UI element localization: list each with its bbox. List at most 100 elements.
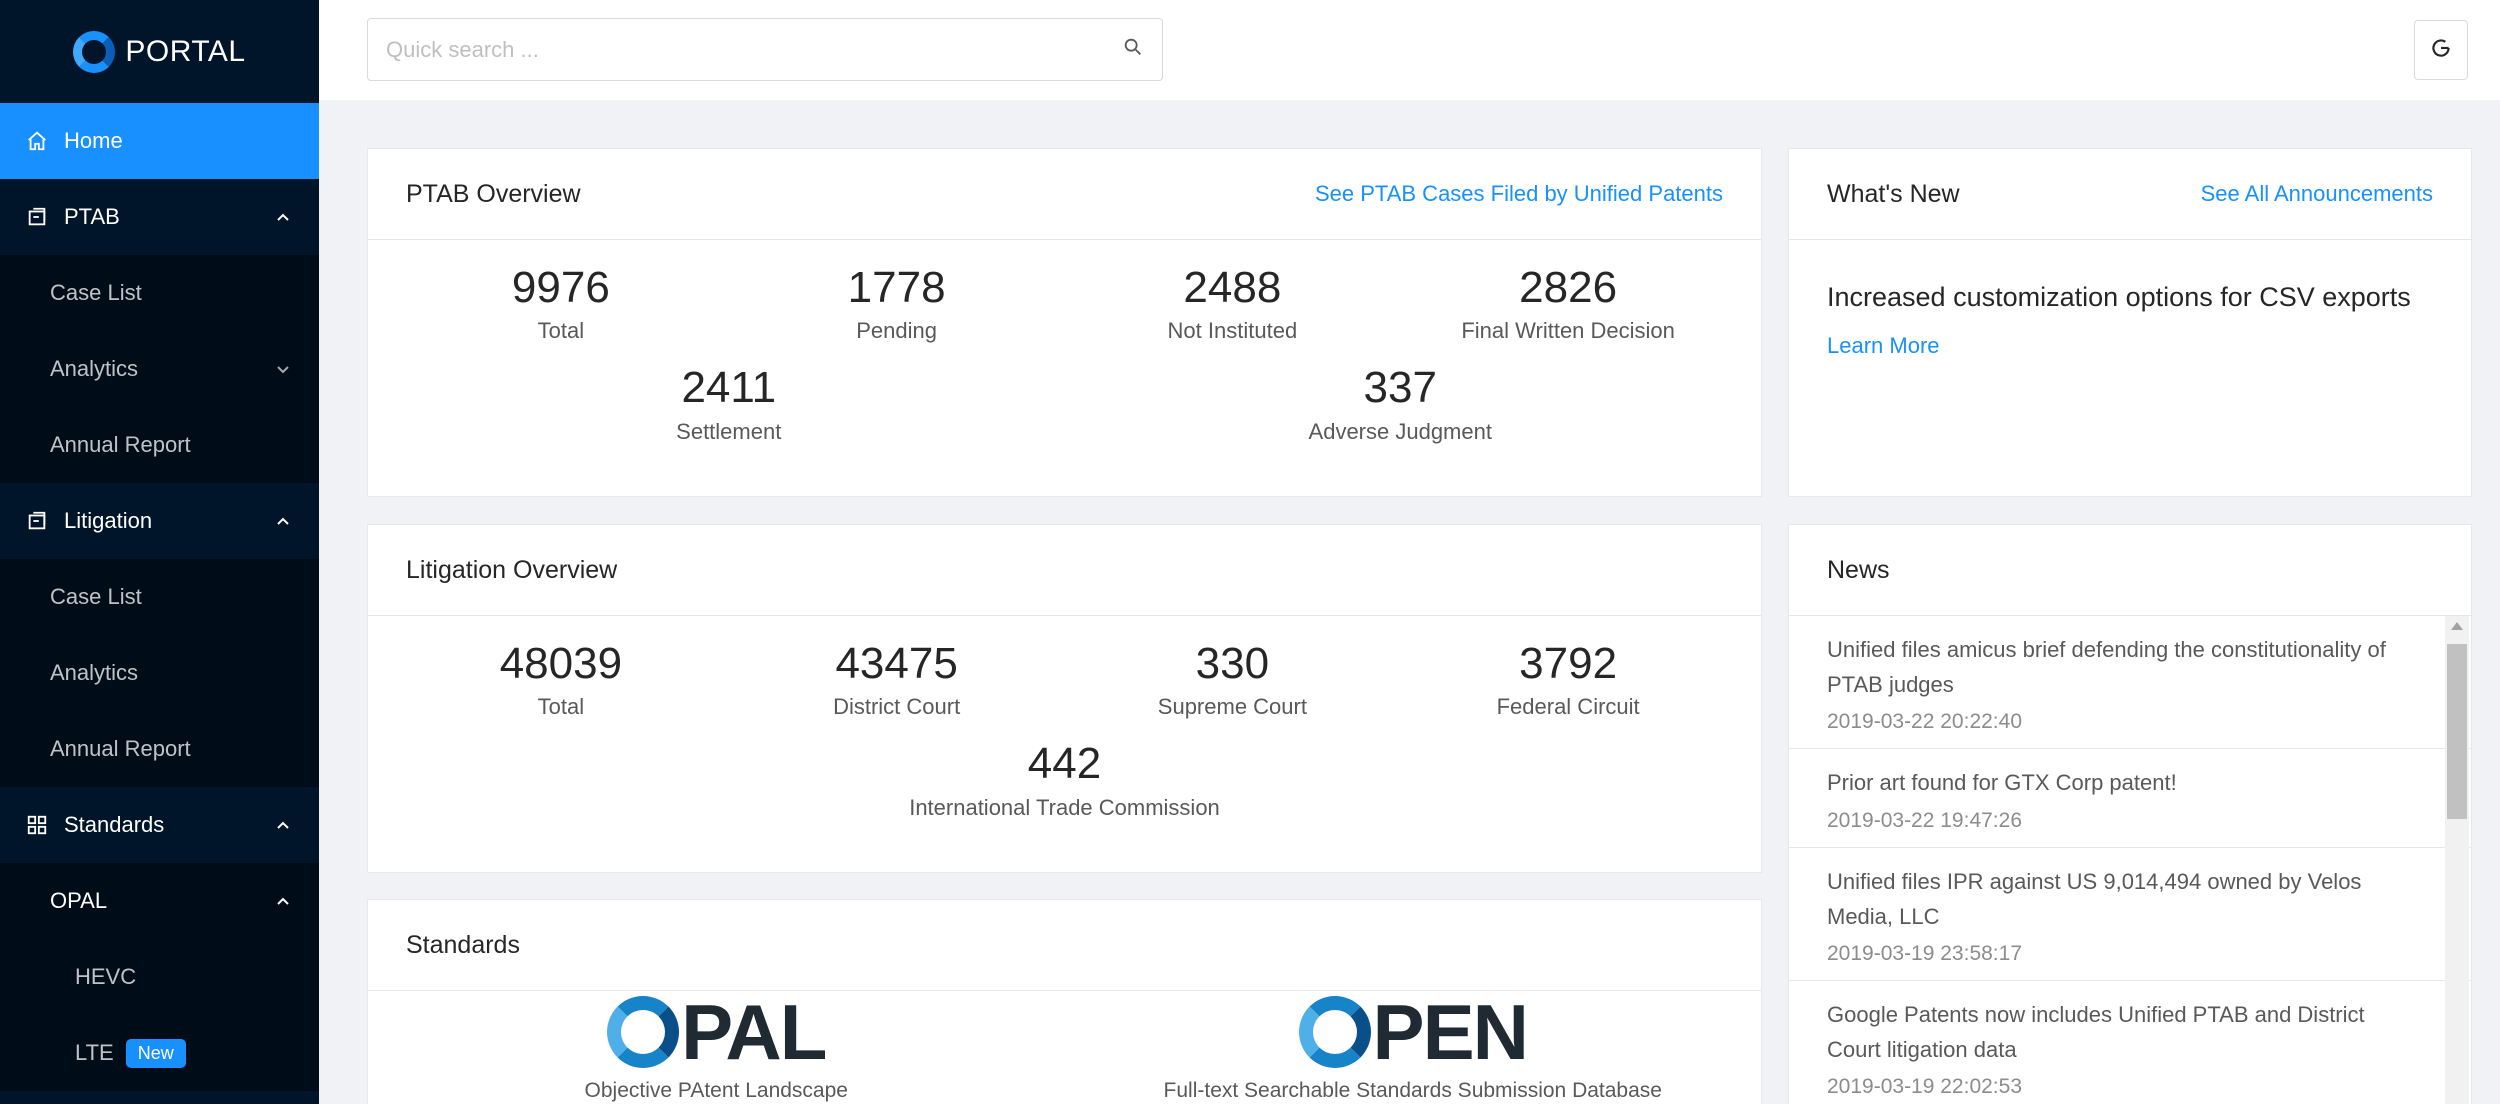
stat-value: 9976 (511, 263, 610, 312)
sidebar-item-label: Annual Report (50, 432, 191, 457)
search-icon[interactable] (1122, 36, 1144, 63)
sidebar-item-label: Case List (50, 280, 142, 305)
news-scrollbar[interactable] (2445, 616, 2469, 1104)
stat-not-instituted[interactable]: 2488 Not Instituted (1065, 263, 1401, 344)
sidebar-item-label: Analytics (50, 660, 139, 685)
learn-more-link[interactable]: Learn More (1827, 333, 2433, 359)
ptab-icon (24, 204, 50, 230)
card-header: News (1789, 525, 2471, 616)
announcement: Increased customization options for CSV … (1789, 240, 2471, 359)
stat-international-trade-commission[interactable]: 442 International Trade Commission (393, 739, 1736, 820)
refresh-button[interactable] (2414, 20, 2468, 80)
news-item[interactable]: Unified files amicus brief defending the… (1789, 616, 2471, 750)
news-item[interactable]: Prior art found for GTX Corp patent! 201… (1789, 749, 2471, 848)
stat-district-court[interactable]: 43475 District Court (729, 639, 1065, 720)
stat-label: Adverse Judgment (1308, 418, 1492, 444)
new-badge: New (125, 1038, 186, 1068)
sidebar-item-home[interactable]: Home (0, 103, 319, 179)
sidebar-item-opal[interactable]: OPAL (0, 863, 319, 939)
card-header: PTAB Overview See PTAB Cases Filed by Un… (368, 149, 1761, 240)
open-logo-link[interactable]: PEN Full-text Searchable Standards Submi… (1065, 993, 1762, 1103)
sidebar-item-ptab-case-list[interactable]: Case List (0, 255, 319, 331)
open-logo: PEN (1298, 988, 1529, 1076)
ptab-cases-link[interactable]: See PTAB Cases Filed by Unified Patents (1315, 181, 1723, 207)
news-title: Prior art found for GTX Corp patent! (1827, 770, 2177, 796)
stat-pending[interactable]: 1778 Pending (729, 263, 1065, 344)
sidebar-item-hevc[interactable]: HEVC (0, 939, 319, 1015)
standards-card: Standards PAL Objective PAtent Landscape… (367, 899, 1762, 1104)
sidebar-item-ptab[interactable]: PTAB (0, 179, 319, 255)
card-title: What's New (1827, 179, 1960, 208)
card-header: Litigation Overview (368, 525, 1761, 616)
news-item[interactable]: Unified files IPR against US 9,014,494 o… (1789, 848, 2471, 981)
ptab-overview-card: PTAB Overview See PTAB Cases Filed by Un… (367, 148, 1762, 497)
opal-logo-link[interactable]: PAL Objective PAtent Landscape (368, 993, 1065, 1103)
news-date: 2019-03-22 19:47:26 (1827, 808, 2022, 832)
search-input[interactable]: Quick search ... (367, 18, 1163, 81)
see-all-announcements-link[interactable]: See All Announcements (2201, 181, 2433, 207)
sidebar-item-litigation-case-list[interactable]: Case List (0, 559, 319, 635)
opal-logo: PAL (607, 988, 827, 1076)
portal-logo-icon (73, 30, 116, 73)
news-date: 2019-03-19 22:02:53 (1827, 1075, 2022, 1099)
sidebar-item-litigation[interactable]: Litigation (0, 483, 319, 559)
stat-federal-circuit[interactable]: 3792 Federal Circuit (1400, 639, 1736, 720)
sidebar-item-label: OPAL (50, 888, 108, 913)
opal-logo-text: PAL (681, 988, 827, 1076)
stat-value: 2488 (1183, 263, 1282, 312)
logo[interactable]: PORTAL (0, 0, 319, 103)
sidebar-item-label: LTE (75, 1040, 114, 1065)
news-card: News Unified files amicus brief defendin… (1788, 524, 2472, 1104)
sidebar-item-lte[interactable]: LTE New (0, 1015, 319, 1091)
stat-final-written-decision[interactable]: 2826 Final Written Decision (1400, 263, 1736, 344)
sidebar-item-label: PTAB (64, 204, 120, 229)
news-date: 2019-03-19 23:58:17 (1827, 941, 2022, 965)
news-list: Unified files amicus brief defending the… (1789, 616, 2471, 1104)
stat-value: 2826 (1519, 263, 1618, 312)
whats-new-card: What's New See All Announcements Increas… (1788, 148, 2472, 497)
stat-value: 337 (1363, 363, 1437, 413)
stat-label: Total (537, 318, 585, 344)
card-title: Litigation Overview (406, 555, 618, 584)
stat-total[interactable]: 48039 Total (393, 639, 729, 720)
chevron-up-icon (275, 209, 291, 225)
announcement-headline: Increased customization options for CSV … (1827, 282, 2411, 312)
stat-value: 442 (1027, 739, 1102, 789)
app-name: PORTAL (125, 34, 246, 68)
stat-value: 3792 (1519, 639, 1618, 688)
stat-value: 2411 (681, 363, 777, 413)
stats-row: 2411 Settlement 337 Adverse Judgment (368, 363, 1761, 444)
sidebar-item-ptab-annual-report[interactable]: Annual Report (0, 407, 319, 483)
stat-adverse-judgment[interactable]: 337 Adverse Judgment (1065, 363, 1737, 444)
sidebar-item-ptab-analytics[interactable]: Analytics (0, 331, 319, 407)
open-logo-text: PEN (1372, 988, 1529, 1076)
stat-label: Federal Circuit (1496, 694, 1640, 720)
stat-total[interactable]: 9976 Total (393, 263, 729, 344)
card-title: Standards (406, 930, 520, 959)
sidebar-item-standards[interactable]: Standards (0, 787, 319, 863)
stat-label: Supreme Court (1157, 694, 1307, 720)
stat-settlement[interactable]: 2411 Settlement (393, 363, 1065, 444)
stat-supreme-court[interactable]: 330 Supreme Court (1065, 639, 1401, 720)
sidebar-item-label: Analytics (50, 356, 139, 381)
sidebar-item-label: HEVC (75, 964, 137, 989)
card-title: News (1827, 555, 1890, 584)
scroll-up-icon[interactable] (2451, 622, 2463, 630)
standards-logos: PAL Objective PAtent Landscape PEN Full-… (368, 991, 1761, 1103)
scrollbar-thumb[interactable] (2447, 644, 2467, 819)
opal-logo-o-icon (607, 996, 680, 1068)
sidebar-item-litigation-annual-report[interactable]: Annual Report (0, 711, 319, 787)
search-placeholder: Quick search ... (386, 36, 539, 62)
sidebar-item-litigation-analytics[interactable]: Analytics (0, 635, 319, 711)
refresh-icon (2428, 35, 2454, 66)
card-title: PTAB Overview (406, 179, 581, 208)
chevron-up-icon (275, 893, 291, 909)
header: Quick search ... (319, 0, 2500, 100)
news-item[interactable]: Google Patents now includes Unified PTAB… (1789, 981, 2471, 1104)
sidebar-item-label: Home (64, 128, 123, 153)
stat-label: Final Written Decision (1461, 318, 1675, 344)
stat-label: International Trade Commission (909, 794, 1220, 820)
stat-value: 48039 (499, 639, 623, 688)
chevron-up-icon (275, 817, 291, 833)
card-header: What's New See All Announcements (1789, 149, 2471, 240)
